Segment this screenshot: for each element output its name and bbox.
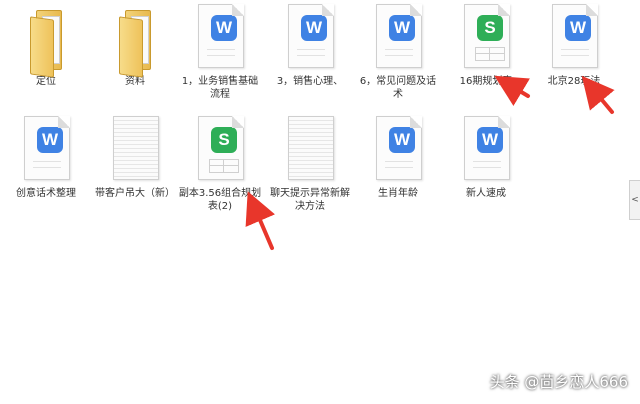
- text-file-icon: [282, 114, 338, 184]
- wps-sheet-icon: S: [458, 2, 514, 72]
- file-label: 北京28玩法: [547, 76, 601, 87]
- file-item-doc-7[interactable]: W 新人速成: [444, 114, 528, 200]
- red-arrow: [581, 75, 615, 114]
- file-item-doc-3[interactable]: W 6，常见问题及话术: [356, 2, 440, 101]
- file-label: 6，常见问题及话术: [359, 76, 437, 100]
- wps-word-icon: W: [370, 114, 426, 184]
- file-label: 带客户吊大（新）: [95, 188, 175, 199]
- file-item-doc-1[interactable]: W 1，业务销售基础流程: [178, 2, 262, 101]
- file-item-folder-1[interactable]: 定位: [4, 2, 88, 88]
- file-label: 3，销售心理、: [276, 76, 344, 87]
- file-label: 定位: [36, 76, 56, 87]
- file-item-doc-6[interactable]: W 生肖年龄: [356, 114, 440, 200]
- file-item-sheet-1[interactable]: S 16期规划表: [444, 2, 528, 88]
- wps-word-icon: W: [546, 2, 602, 72]
- file-label: 聊天提示异常新解决方法: [270, 188, 350, 212]
- file-label: 副本3.56组合规划表(2): [178, 188, 262, 212]
- file-label: 生肖年龄: [378, 188, 418, 199]
- file-label: 创意话术整理: [16, 188, 76, 199]
- file-item-folder-2[interactable]: 资料: [93, 2, 177, 88]
- collapse-pane-tab[interactable]: <: [629, 180, 640, 220]
- wps-word-icon: W: [458, 114, 514, 184]
- file-item-text-2[interactable]: 聊天提示异常新解决方法: [268, 114, 352, 213]
- folder-icon: [18, 2, 74, 78]
- wps-word-icon: W: [282, 2, 338, 72]
- wps-word-icon: W: [18, 114, 74, 184]
- file-item-text-1[interactable]: 带客户吊大（新）: [93, 114, 177, 200]
- wps-sheet-icon: S: [192, 114, 248, 184]
- watermark: 头条 @茴乡恋人666: [489, 373, 628, 391]
- folder-icon: [107, 2, 163, 78]
- file-label: 1，业务销售基础流程: [181, 76, 259, 100]
- file-label: 16期规划表: [459, 76, 513, 87]
- text-file-icon: [107, 114, 163, 184]
- wps-word-icon: W: [192, 2, 248, 72]
- file-label: 资料: [125, 76, 145, 87]
- file-item-doc-5[interactable]: W 创意话术整理: [4, 114, 88, 200]
- file-item-sheet-2[interactable]: S 副本3.56组合规划表(2): [178, 114, 262, 213]
- file-item-doc-4[interactable]: W 北京28玩法: [532, 2, 616, 88]
- file-item-doc-2[interactable]: W 3，销售心理、: [268, 2, 352, 88]
- file-label: 新人速成: [466, 188, 506, 199]
- wps-word-icon: W: [370, 2, 426, 72]
